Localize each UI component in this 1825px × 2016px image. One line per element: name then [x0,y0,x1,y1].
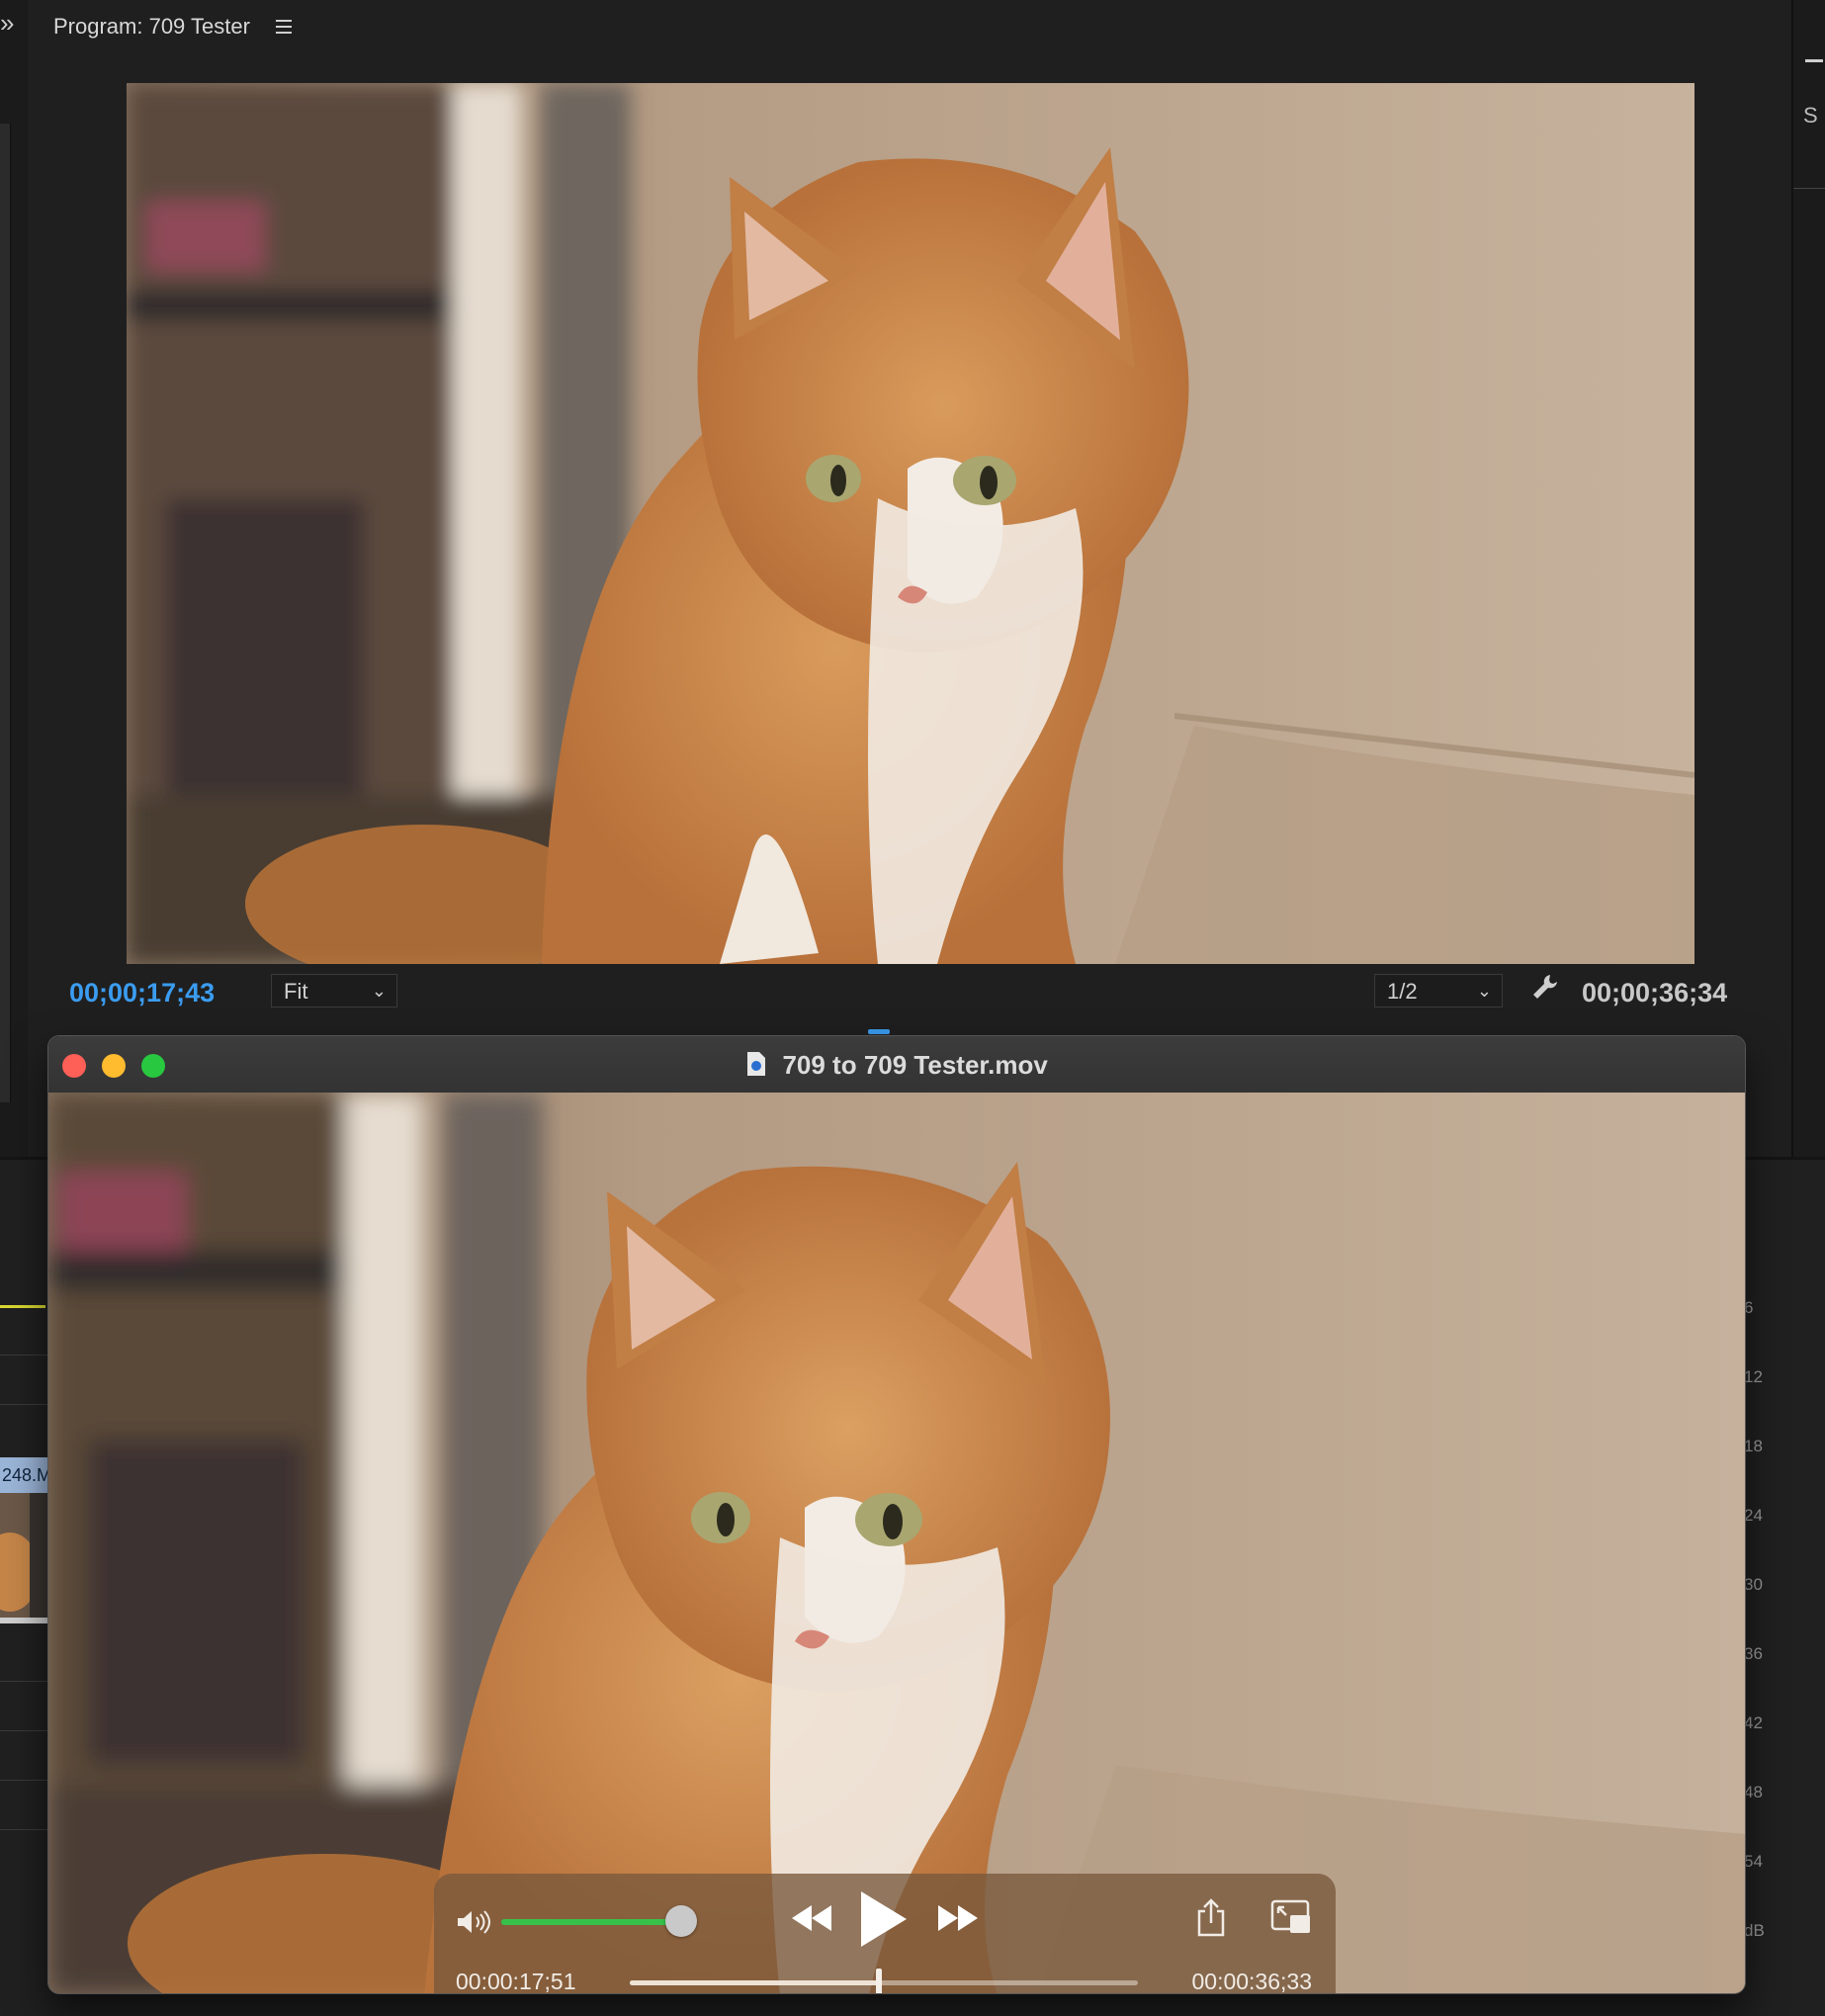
duration-timecode: 00;00;36;34 [1582,978,1728,1008]
quicktime-video-frame[interactable]: 00:00:17;51 00:00:36;33 [48,1093,1745,1994]
quicktime-titlebar[interactable]: 709 to 709 Tester.mov [48,1036,1745,1094]
zoom-level-value: Fit [284,979,308,1004]
expand-panels-icon[interactable]: » [0,8,14,39]
left-panel-edge: » [0,0,28,1157]
timeline-clip-audio [0,1618,47,1623]
meter-tick: dB [1744,1921,1765,1940]
playhead-indicator[interactable] [868,1029,890,1034]
picture-in-picture-icon[interactable] [1270,1899,1312,1940]
timeline-clip-label[interactable]: 248.M [0,1457,47,1493]
meter-tick: 30 [1744,1575,1763,1594]
meter-tick: 48 [1744,1783,1763,1801]
menu-icon[interactable] [275,20,292,34]
share-icon[interactable] [1195,1897,1227,1942]
volume-slider-knob[interactable] [665,1905,697,1937]
track-divider [0,1681,47,1682]
playback-resolution-value: 1/2 [1387,979,1418,1004]
track-divider [0,1730,47,1731]
quicktime-controls: 00:00:17;51 00:00:36;33 [434,1874,1336,1994]
track-divider [0,1355,47,1356]
wrench-icon[interactable] [1530,972,1560,1007]
track-divider [0,1829,47,1830]
volume-icon[interactable] [456,1909,491,1940]
meter-tick: 24 [1744,1506,1763,1525]
track-divider [0,1780,47,1781]
playback-resolution-select[interactable]: 1/2 ⌄ [1374,974,1503,1008]
playback-progress-fill [630,1980,879,1985]
program-monitor-title[interactable]: Program: 709 Tester [53,14,250,40]
fast-forward-icon[interactable] [936,1903,980,1938]
meter-tick: 36 [1744,1644,1763,1663]
total-time: 00:00:36;33 [1191,1969,1312,1994]
playback-scrubber[interactable] [630,1969,1138,1993]
play-icon[interactable] [857,1889,909,1954]
track-divider [0,1404,47,1405]
meter-tick: 54 [1744,1852,1763,1871]
right-panel-edge: S [1791,0,1825,1157]
program-monitor-controls: 00;00;17;43 Fit ⌄ 1/2 ⌄ 00;00;36;34 [28,964,1793,1023]
playback-scrubber-handle[interactable] [875,1969,882,1993]
left-panel-border [0,124,11,1102]
program-monitor: Program: 709 Tester 00;00;17;43 Fit ⌄ 1/… [28,0,1793,1157]
meter-tick: 42 [1744,1713,1763,1732]
panel-tab-glyph: S [1803,103,1818,128]
timeline-clip-thumbnail[interactable] [0,1493,47,1618]
program-monitor-header: Program: 709 Tester [53,14,292,40]
chevron-down-icon: ⌄ [1476,981,1492,1001]
panel-divider [1793,188,1825,189]
meter-tick: 12 [1744,1367,1763,1386]
chevron-down-icon: ⌄ [371,981,387,1001]
rewind-icon[interactable] [790,1903,833,1938]
panel-marker [1805,59,1823,62]
elapsed-time: 00:00:17;51 [456,1969,576,1994]
current-timecode[interactable]: 00;00;17;43 [69,978,215,1008]
volume-slider-track[interactable] [501,1919,681,1925]
quicktime-window: 709 to 709 Tester.mov 00:00:17;51 00:00:… [47,1035,1746,1994]
cat-video-frame [48,1093,1745,1993]
quicktime-file-name: 709 to 709 Tester.mov [782,1050,1048,1080]
zoom-level-select[interactable]: Fit ⌄ [271,974,397,1008]
meter-tick: 18 [1744,1437,1763,1455]
quicktime-title: 709 to 709 Tester.mov [48,1050,1745,1084]
program-video-frame[interactable] [127,83,1695,964]
work-area-bar[interactable] [0,1305,45,1308]
document-icon [745,1051,767,1084]
cat-video-frame [127,83,1695,964]
